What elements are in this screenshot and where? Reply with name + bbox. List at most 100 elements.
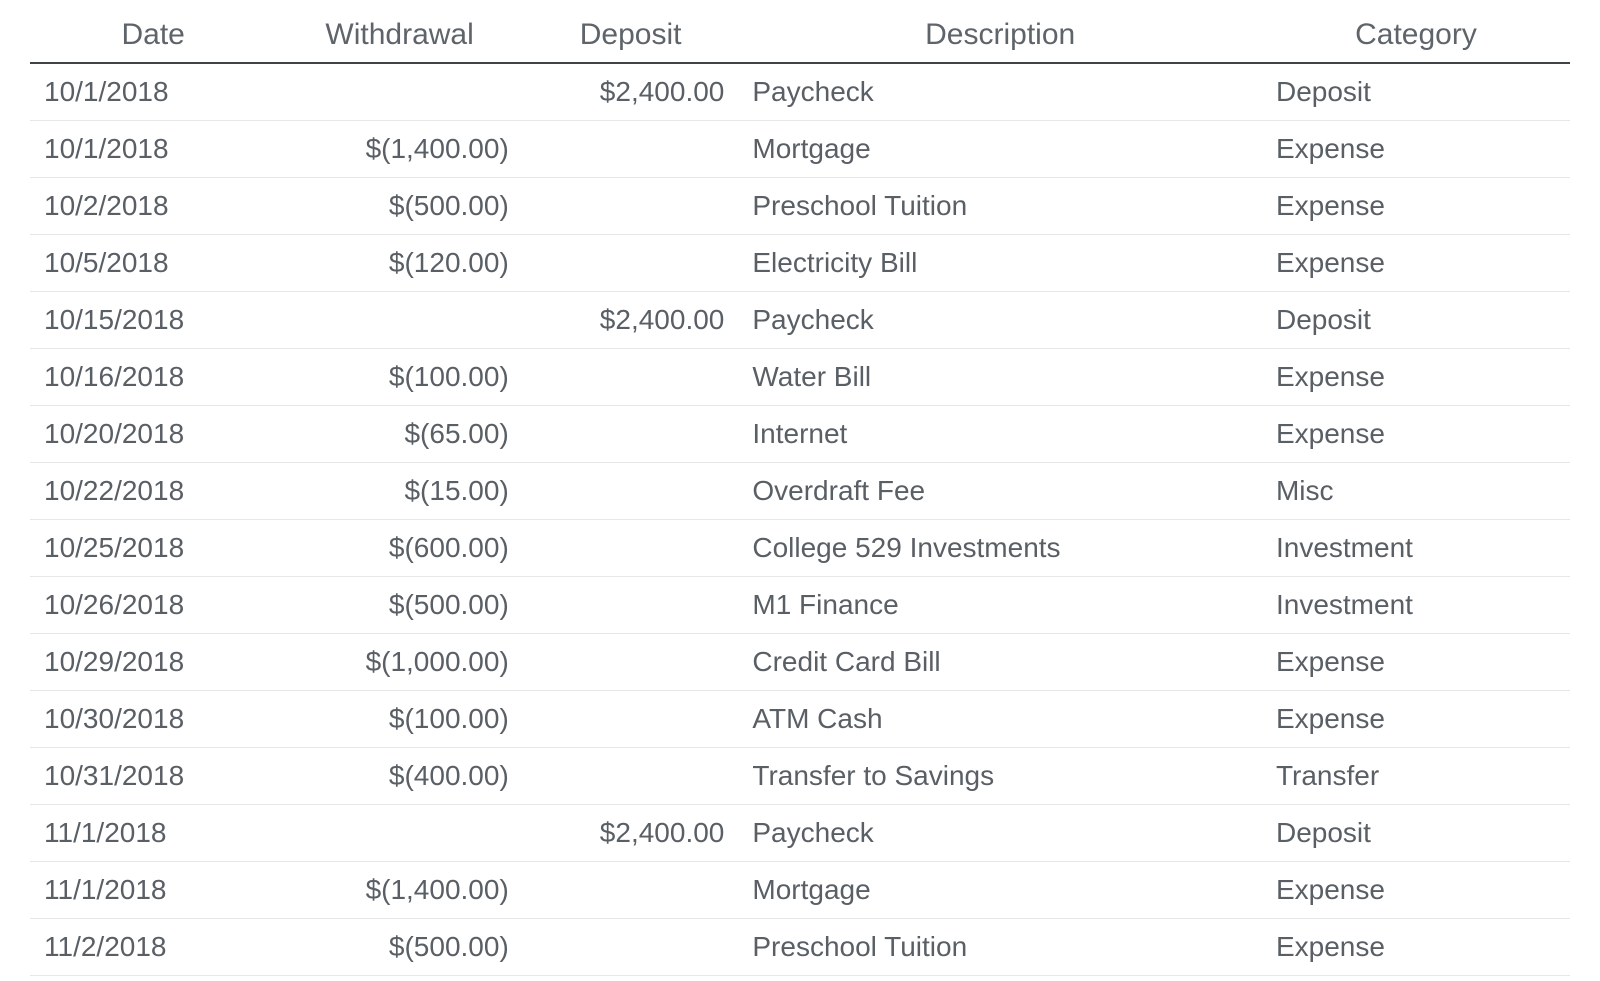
cell-withdrawal xyxy=(276,63,522,121)
cell-deposit xyxy=(523,235,739,292)
cell-category: Expense xyxy=(1262,919,1570,976)
cell-description: ATM Cash xyxy=(738,691,1262,748)
cell-description: M1 Finance xyxy=(738,577,1262,634)
cell-withdrawal: $(100.00) xyxy=(276,349,522,406)
cell-withdrawal: $(1,400.00) xyxy=(276,862,522,919)
cell-category: Deposit xyxy=(1262,805,1570,862)
cell-category: Expense xyxy=(1262,178,1570,235)
cell-withdrawal: $(100.00) xyxy=(276,691,522,748)
cell-date: 10/2/2018 xyxy=(30,178,276,235)
cell-category: Transfer xyxy=(1262,748,1570,805)
cell-description: Paycheck xyxy=(738,63,1262,121)
cell-category: Misc xyxy=(1262,463,1570,520)
table-row: 10/2/2018$(500.00) Preschool TuitionExpen… xyxy=(30,178,1570,235)
table-row: 10/1/2018$(1,400.00) MortgageExpense xyxy=(30,121,1570,178)
cell-deposit: $2,400.00 xyxy=(523,805,739,862)
cell-category: Deposit xyxy=(1262,292,1570,349)
table-row: 10/5/2018$(120.00) Electricity BillExpens… xyxy=(30,235,1570,292)
table-row: 10/25/2018$(600.00) College 529 Investmen… xyxy=(30,520,1570,577)
cell-date: 10/30/2018 xyxy=(30,691,276,748)
table-row: 11/1/2018 $2,400.00PaycheckDeposit xyxy=(30,805,1570,862)
cell-deposit xyxy=(523,520,739,577)
col-header-description: Description xyxy=(738,12,1262,63)
cell-date: 10/1/2018 xyxy=(30,121,276,178)
cell-deposit xyxy=(523,748,739,805)
cell-withdrawal xyxy=(276,292,522,349)
table-row: 10/16/2018$(100.00) Water BillExpense xyxy=(30,349,1570,406)
cell-deposit xyxy=(523,634,739,691)
cell-withdrawal: $(600.00) xyxy=(276,520,522,577)
cell-withdrawal xyxy=(276,805,522,862)
cell-description: Transfer to Savings xyxy=(738,748,1262,805)
table-row: 11/1/2018$(1,400.00)MortgageExpense xyxy=(30,862,1570,919)
col-header-deposit: Deposit xyxy=(523,12,739,63)
cell-deposit xyxy=(523,178,739,235)
cell-description: Paycheck xyxy=(738,292,1262,349)
cell-description: Paycheck xyxy=(738,805,1262,862)
table-row: 10/29/2018$(1,000.00) Credit Card BillExp… xyxy=(30,634,1570,691)
cell-deposit xyxy=(523,919,739,976)
cell-category: Deposit xyxy=(1262,63,1570,121)
cell-date: 10/29/2018 xyxy=(30,634,276,691)
cell-deposit xyxy=(523,862,739,919)
cell-date: 10/16/2018 xyxy=(30,349,276,406)
cell-withdrawal: $(1,400.00) xyxy=(276,121,522,178)
cell-deposit: $2,400.00 xyxy=(523,292,739,349)
table-row: 10/1/2018 $2,400.00PaycheckDeposit xyxy=(30,63,1570,121)
cell-description: Credit Card Bill xyxy=(738,634,1262,691)
cell-withdrawal: $(15.00) xyxy=(276,463,522,520)
cell-date: 10/1/2018 xyxy=(30,63,276,121)
cell-deposit xyxy=(523,577,739,634)
table-row: 10/20/2018$(65.00) InternetExpense xyxy=(30,406,1570,463)
cell-withdrawal: $(65.00) xyxy=(276,406,522,463)
cell-date: 11/2/2018 xyxy=(30,919,276,976)
cell-description: Water Bill xyxy=(738,349,1262,406)
cell-description: Mortgage xyxy=(738,862,1262,919)
cell-date: 10/15/2018 xyxy=(30,292,276,349)
transactions-table: Date Withdrawal Deposit Description Cate… xyxy=(30,12,1570,976)
cell-description: Preschool Tuition xyxy=(738,178,1262,235)
cell-category: Investment xyxy=(1262,577,1570,634)
cell-deposit xyxy=(523,463,739,520)
cell-category: Expense xyxy=(1262,349,1570,406)
col-header-withdrawal: Withdrawal xyxy=(276,12,522,63)
table-row: 10/31/2018$(400.00) Transfer to SavingsTr… xyxy=(30,748,1570,805)
cell-deposit xyxy=(523,691,739,748)
cell-withdrawal: $(500.00) xyxy=(276,919,522,976)
cell-category: Expense xyxy=(1262,406,1570,463)
table-row: 10/15/2018 $2,400.00PaycheckDeposit xyxy=(30,292,1570,349)
cell-description: College 529 Investments xyxy=(738,520,1262,577)
cell-withdrawal: $(500.00) xyxy=(276,577,522,634)
cell-withdrawal: $(400.00) xyxy=(276,748,522,805)
cell-category: Expense xyxy=(1262,235,1570,292)
table-row: 10/22/2018$(15.00) Overdraft FeeMisc xyxy=(30,463,1570,520)
col-header-category: Category xyxy=(1262,12,1570,63)
table-row: 10/26/2018$(500.00) M1 FinanceInvestment xyxy=(30,577,1570,634)
cell-description: Overdraft Fee xyxy=(738,463,1262,520)
cell-category: Expense xyxy=(1262,634,1570,691)
cell-description: Preschool Tuition xyxy=(738,919,1262,976)
cell-deposit xyxy=(523,349,739,406)
cell-date: 10/31/2018 xyxy=(30,748,276,805)
table-row: 11/2/2018$(500.00) Preschool TuitionExpen… xyxy=(30,919,1570,976)
cell-category: Expense xyxy=(1262,691,1570,748)
cell-withdrawal: $(120.00) xyxy=(276,235,522,292)
cell-description: Electricity Bill xyxy=(738,235,1262,292)
cell-date: 11/1/2018 xyxy=(30,862,276,919)
cell-withdrawal: $(500.00) xyxy=(276,178,522,235)
cell-date: 10/5/2018 xyxy=(30,235,276,292)
table-row: 10/30/2018$(100.00) ATM CashExpense xyxy=(30,691,1570,748)
cell-deposit: $2,400.00 xyxy=(523,63,739,121)
cell-date: 10/26/2018 xyxy=(30,577,276,634)
cell-category: Expense xyxy=(1262,121,1570,178)
cell-withdrawal: $(1,000.00) xyxy=(276,634,522,691)
cell-description: Internet xyxy=(738,406,1262,463)
cell-date: 10/25/2018 xyxy=(30,520,276,577)
col-header-date: Date xyxy=(30,12,276,63)
cell-deposit xyxy=(523,406,739,463)
cell-date: 10/22/2018 xyxy=(30,463,276,520)
cell-date: 10/20/2018 xyxy=(30,406,276,463)
cell-date: 11/1/2018 xyxy=(30,805,276,862)
cell-category: Investment xyxy=(1262,520,1570,577)
cell-description: Mortgage xyxy=(738,121,1262,178)
